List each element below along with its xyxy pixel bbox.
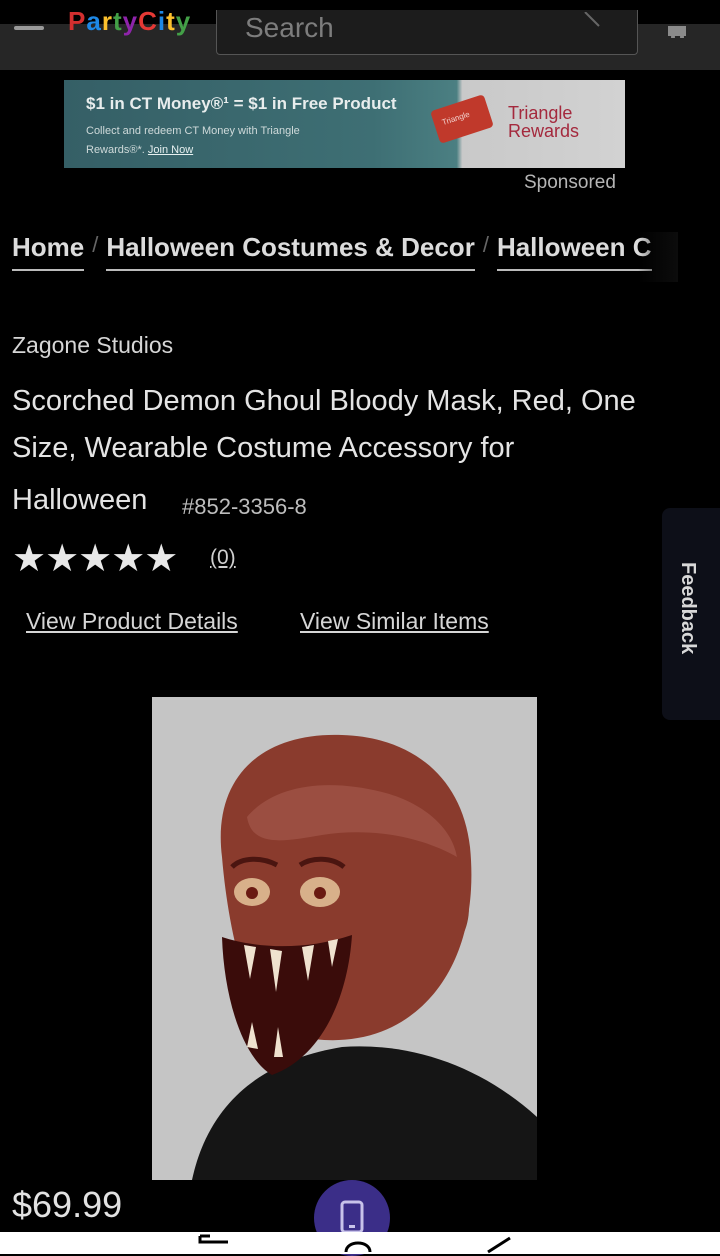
product-title: Scorched Demon Ghoul Bloody Mask, Red, O… — [12, 385, 636, 464]
view-product-details-link[interactable]: View Product Details — [26, 608, 238, 635]
recent-apps-icon[interactable] — [196, 1234, 232, 1254]
home-icon[interactable] — [340, 1234, 376, 1254]
breadcrumb-halloween[interactable]: Halloween C — [496, 232, 652, 271]
banner-subtitle: Collect and redeem CT Money with Triangl… — [86, 122, 356, 160]
product-sku: #852-3356-8 — [182, 494, 307, 519]
breadcrumb-home[interactable]: Home — [12, 232, 85, 271]
top-header: PartyCity Search — [0, 0, 720, 70]
join-now-link[interactable]: Join Now — [148, 144, 193, 156]
breadcrumb-separator: / — [482, 232, 489, 257]
phone-icon — [340, 1200, 364, 1234]
triangle-rewards-banner[interactable]: $1 in CT Money®¹ = $1 in Free Product Co… — [64, 80, 625, 168]
card-label: Triangle — [440, 109, 471, 128]
back-icon[interactable] — [482, 1234, 518, 1254]
rewards-card-image: Triangle — [430, 94, 494, 144]
logo-line-1: Triangle — [508, 103, 573, 123]
feedback-tab[interactable]: Feedback — [662, 508, 720, 720]
breadcrumb-separator: / — [92, 232, 99, 257]
feedback-label: Feedback — [677, 562, 699, 655]
cart-icon[interactable] — [666, 14, 690, 38]
product-brand[interactable]: Zagone Studios — [12, 332, 173, 359]
product-title-end: Halloween — [12, 484, 148, 516]
breadcrumb-fade — [638, 232, 678, 282]
search-placeholder: Search — [245, 12, 334, 43]
logo-line-2: Rewards — [508, 121, 580, 141]
view-similar-items-link[interactable]: View Similar Items — [300, 608, 489, 635]
menu-icon[interactable] — [14, 26, 44, 30]
product-price: $69.99 — [12, 1184, 123, 1225]
banner-title: $1 in CT Money®¹ = $1 in Free Product — [86, 94, 397, 113]
sponsored-label: Sponsored — [524, 172, 616, 193]
product-image[interactable] — [152, 697, 537, 1180]
review-count[interactable]: (0) — [210, 546, 236, 570]
rating-stars[interactable]: ★★★★★ — [12, 536, 178, 581]
search-input[interactable]: Search — [216, 10, 638, 55]
demon-mask-illustration — [192, 734, 537, 1180]
party-city-logo[interactable]: PartyCity — [68, 6, 192, 36]
search-icon[interactable] — [583, 12, 601, 30]
breadcrumb-halloween-costumes-decor[interactable]: Halloween Costumes & Decor — [106, 232, 475, 271]
triangle-rewards-logo: Triangle Rewards — [508, 104, 579, 140]
breadcrumb: Home / Halloween Costumes & Decor / Hallowee… — [12, 232, 678, 282]
